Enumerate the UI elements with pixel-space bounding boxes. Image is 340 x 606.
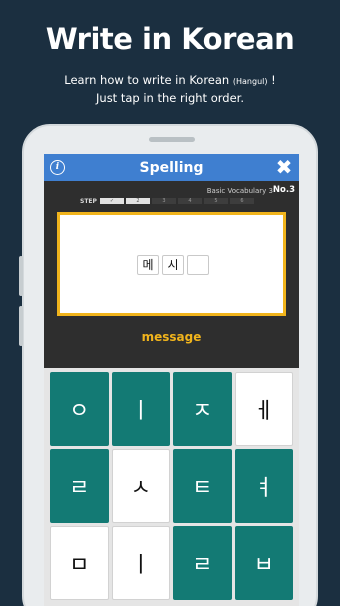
promo-subtitle-bang: !	[271, 73, 276, 87]
phone-frame: i Spelling ✖ Basic Vocabulary 3 No.3 STE…	[19, 124, 318, 606]
answer-slot: 메	[137, 255, 159, 275]
answer-slot: 시	[162, 255, 184, 275]
letter-keyboard: ㅇㅣㅈㅔㄹㅅㅌㅕㅁㅣㄹㅂ	[44, 368, 299, 606]
step-label: STEP	[80, 198, 97, 205]
letter-key[interactable]: ㅇ	[50, 372, 109, 446]
letter-key[interactable]: ㄹ	[173, 526, 232, 600]
answer-card: 메시	[57, 212, 286, 316]
promo-subtitle: Learn how to write in Korean (Hangul) ! …	[0, 72, 340, 106]
step-progress: STEP ✓ 2 3 4 5 6	[44, 197, 299, 207]
close-icon[interactable]: ✖	[274, 157, 294, 177]
phone-speaker	[149, 137, 195, 142]
letter-key[interactable]: ㅂ	[234, 526, 293, 600]
step-cell: 5	[204, 198, 228, 204]
phone-volume-button-2	[19, 306, 23, 346]
step-cell: 2	[126, 198, 150, 204]
answer-slots: 메시	[137, 255, 209, 275]
letter-key[interactable]: ㅔ	[234, 372, 293, 446]
step-cell: 3	[152, 198, 176, 204]
card-number: No.3	[272, 185, 295, 195]
letter-key[interactable]: ㅌ	[173, 449, 232, 523]
phone-volume-button	[19, 256, 23, 296]
meta-row: Basic Vocabulary 3 No.3	[44, 181, 299, 197]
deck-name: Basic Vocabulary 3	[206, 187, 273, 195]
letter-key[interactable]: ㅣ	[111, 372, 170, 446]
info-icon[interactable]: i	[50, 160, 65, 175]
letter-key[interactable]: ㅣ	[111, 526, 170, 600]
promo-title: Write in Korean	[45, 22, 295, 56]
letter-key[interactable]: ㅁ	[50, 526, 109, 600]
app-bar: i Spelling ✖	[44, 154, 299, 181]
letter-key[interactable]: ㅈ	[173, 372, 232, 446]
english-word: message	[141, 330, 202, 344]
answer-slot	[187, 255, 209, 275]
letter-key[interactable]: ㅕ	[234, 449, 293, 523]
step-cell: 6	[230, 198, 254, 204]
app-title: Spelling	[139, 159, 204, 176]
promo-subtitle-hangul: (Hangul)	[232, 77, 268, 86]
promo-subtitle-line2: Just tap in the right order.	[96, 91, 244, 105]
app-screen: i Spelling ✖ Basic Vocabulary 3 No.3 STE…	[44, 154, 299, 606]
step-cells: ✓ 2 3 4 5 6	[100, 198, 254, 204]
letter-key[interactable]: ㄹ	[50, 449, 109, 523]
promo-subtitle-line1: Learn how to write in Korean	[64, 73, 230, 87]
step-cell: 4	[178, 198, 202, 204]
step-cell: ✓	[100, 198, 124, 204]
letter-key[interactable]: ㅅ	[111, 449, 170, 523]
